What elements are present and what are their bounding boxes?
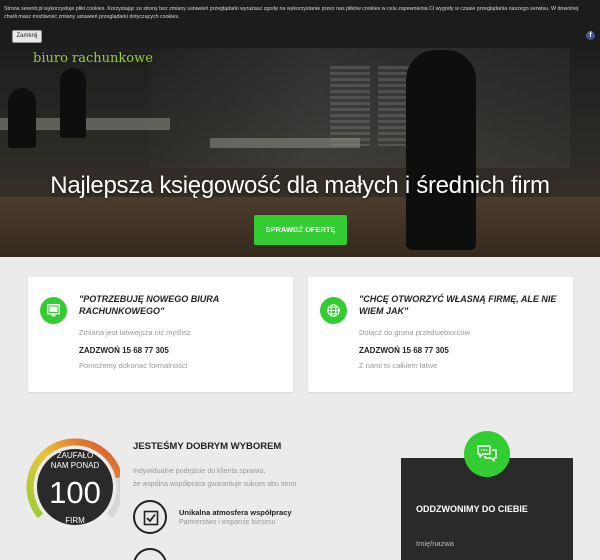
card-title: "CHCĘ OTWORZYĆ WŁASNĄ FIRMĘ, ALE NIE WIE…: [359, 294, 557, 316]
trust-number: 100: [49, 475, 101, 510]
cookie-text: Strona serenit.pl wykorzystuje pliki coo…: [4, 6, 579, 20]
card-title: "POTRZEBUJĘ NOWEGO BIURA RACHUNKOWEGO": [79, 294, 219, 316]
trust-label-3: FIRM: [65, 516, 85, 525]
offer-card-new-company[interactable]: "CHCĘ OTWORZYĆ WŁASNĄ FIRMĘ, ALE NIE WIE…: [308, 277, 573, 392]
why-us-line: Indywidualne podejście do klienta sprawi…: [133, 468, 266, 475]
chat-icon: [464, 431, 510, 477]
check-offer-button[interactable]: SPRAWDŹ OFERTĘ: [254, 215, 347, 245]
name-input[interactable]: [416, 531, 558, 555]
why-us-line: że wspólna współpraca gwarantuje sukces …: [133, 481, 297, 488]
card-note: Z nami to całkiem łatwe: [359, 361, 438, 370]
trust-label-1: ZAUFAŁO: [56, 451, 94, 460]
why-us-text: Indywidualne podejście do klienta sprawi…: [133, 465, 323, 491]
checklist-icon: [133, 500, 167, 534]
card-phone[interactable]: ZADZWOŃ 15 68 77 305: [79, 346, 169, 355]
globe-icon: [320, 297, 347, 324]
cookie-close-button[interactable]: Zamknij: [12, 30, 42, 43]
card-subtitle: Zmiana jest łatwiejsza niż myślisz: [79, 328, 191, 337]
card-note: Pomożemy dokonać formalności: [79, 361, 188, 370]
computer-icon: [40, 297, 67, 324]
card-phone[interactable]: ZADZWOŃ 15 68 77 305: [359, 346, 449, 355]
brand-logo-text[interactable]: biuro rachunkowe: [33, 51, 153, 66]
card-subtitle: Dołącz do grona przedsiębiorców: [359, 328, 470, 337]
feature-title: Unikalna atmosfera współpracy: [179, 508, 292, 517]
hero-banner: biuro rachunkowe Najlepsza księgowość dl…: [0, 48, 600, 257]
feature-subtitle: Partnerstwo i wsparcie biznesu: [179, 519, 276, 526]
hero-headline: Najlepsza księgowość dla małych i średni…: [50, 172, 550, 199]
offer-card-new-office[interactable]: "POTRZEBUJĘ NOWEGO BIURA RACHUNKOWEGO" Z…: [28, 277, 293, 392]
feature-icon-2: [133, 548, 167, 560]
facebook-icon[interactable]: f: [586, 31, 595, 40]
callback-title: ODDZWONIMY DO CIEBIE: [416, 504, 528, 514]
cookie-bar: Strona serenit.pl wykorzystuje pliki coo…: [0, 0, 600, 48]
trust-label-2: NAM PONAD: [50, 461, 100, 470]
why-us-title: JESTEŚMY DOBRYM WYBOREM: [133, 441, 282, 452]
